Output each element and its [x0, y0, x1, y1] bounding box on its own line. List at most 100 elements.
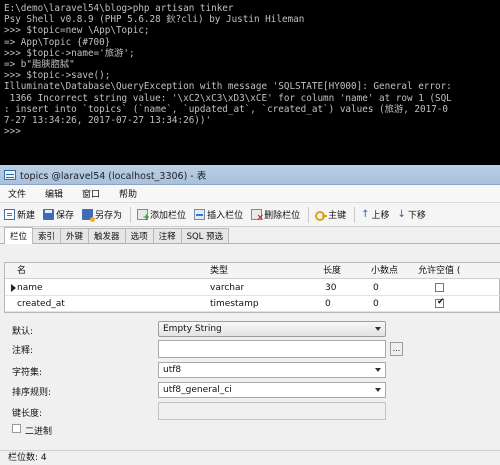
- terminal-line: >>> $topic=new \App\Topic;: [4, 25, 150, 37]
- binary-checkbox[interactable]: [12, 424, 21, 433]
- nullable-checkbox[interactable]: [435, 283, 444, 292]
- collation-value: utf8_general_ci: [163, 385, 232, 395]
- field-name[interactable]: name: [17, 280, 43, 296]
- field-decimals[interactable]: 0: [373, 296, 379, 312]
- window-titlebar[interactable]: topics @laravel54 (localhost_3306) - 表: [0, 165, 500, 185]
- primary-key-button[interactable]: 主键: [315, 208, 346, 221]
- move-up-button-label: 上移: [371, 211, 390, 221]
- delete-field-button[interactable]: 删除栏位: [251, 208, 301, 223]
- window-title: topics @laravel54 (localhost_3306) - 表: [20, 170, 207, 182]
- terminal-line: 7-27 13:34:26, 2017-07-27 13:34:26))': [4, 115, 212, 127]
- save-button[interactable]: 保存: [43, 208, 74, 221]
- column-header-decimals[interactable]: 小数点: [371, 263, 398, 279]
- terminal-line: => b"脂脥脗脦": [4, 59, 75, 71]
- terminal-line: Psy Shell v0.8.9 (PHP 5.6.28 鈥?cli) by J…: [4, 14, 305, 26]
- table-row[interactable]: created_at timestamp 0 0 ✔: [5, 296, 500, 312]
- collation-label: 排序规则:: [12, 388, 52, 398]
- field-length[interactable]: 0: [325, 296, 331, 312]
- comment-label: 注释:: [12, 346, 34, 356]
- charset-value: utf8: [163, 365, 182, 375]
- table-icon: [4, 169, 16, 180]
- field-name[interactable]: created_at: [17, 296, 65, 312]
- move-up-button[interactable]: ↑ 上移: [361, 208, 389, 221]
- key-length-label: 键长度:: [12, 409, 43, 419]
- binary-label: 二进制: [25, 427, 53, 437]
- delete-field-button-label: 删除栏位: [264, 211, 301, 221]
- comment-input[interactable]: [158, 340, 386, 358]
- default-value: Empty String: [163, 324, 222, 334]
- default-label: 默认:: [12, 327, 34, 337]
- add-field-icon: [137, 209, 150, 223]
- toolbar: 新建 保存 另存为 添加栏位 插入栏位 删除栏位 主键 ↑: [0, 203, 500, 227]
- tab-options[interactable]: 选项: [124, 228, 154, 243]
- save-as-button[interactable]: 另存为: [82, 208, 123, 222]
- arrow-up-icon: ↑: [361, 209, 370, 220]
- table-designer-window: topics @laravel54 (localhost_3306) - 表 文…: [0, 165, 500, 465]
- fields-grid: 名 类型 长度 小数点 允许空值 ( name varchar 30 0 cre…: [4, 262, 500, 313]
- toolbar-separator: [130, 206, 132, 223]
- new-button[interactable]: 新建: [4, 208, 35, 221]
- menu-bar: 文件 编辑 窗口 帮助: [0, 185, 500, 203]
- delete-field-icon: [251, 209, 264, 223]
- toolbar-separator: [308, 206, 310, 223]
- tab-sql-preview[interactable]: SQL 预选: [180, 228, 230, 243]
- collation-select[interactable]: utf8_general_ci: [158, 382, 386, 398]
- column-header-length[interactable]: 长度: [323, 263, 341, 279]
- charset-select[interactable]: utf8: [158, 362, 386, 378]
- field-count: 栏位数: 4: [8, 453, 47, 463]
- default-select[interactable]: Empty String: [158, 321, 386, 337]
- save-as-icon: [82, 209, 96, 222]
- terminal-line: E:\demo\laravel54\blog>php artisan tinke…: [4, 3, 234, 14]
- terminal-window: E:\demo\laravel54\blog>php artisan tinke…: [0, 0, 500, 165]
- field-properties-panel: 默认: Empty String 注释: ... 字符集: utf8 排序规则:…: [0, 320, 500, 450]
- terminal-line: >>> $topic->save();: [4, 70, 111, 82]
- charset-label: 字符集:: [12, 368, 43, 378]
- chevron-down-icon: [375, 388, 381, 392]
- new-file-icon: [4, 209, 15, 220]
- menu-file[interactable]: 文件: [8, 187, 26, 200]
- field-type[interactable]: timestamp: [210, 296, 259, 312]
- column-header-name[interactable]: 名: [17, 263, 26, 279]
- field-length[interactable]: 30: [325, 280, 336, 296]
- terminal-line: : insert into `topics` (`name`, `updated…: [4, 103, 448, 115]
- arrow-down-icon: ↓: [397, 209, 406, 220]
- grid-header: 名 类型 长度 小数点 允许空值 (: [5, 263, 500, 279]
- save-as-button-label: 另存为: [95, 211, 123, 221]
- field-decimals[interactable]: 0: [373, 280, 379, 296]
- insert-field-icon: [194, 209, 206, 220]
- save-icon: [43, 209, 55, 220]
- current-row-marker-icon: [11, 284, 16, 292]
- comment-expand-button[interactable]: ...: [390, 342, 403, 356]
- toolbar-separator: [354, 206, 356, 223]
- tab-fields[interactable]: 栏位: [4, 227, 34, 244]
- primary-key-button-label: 主键: [328, 211, 347, 221]
- checkmark-icon: ✔: [437, 297, 445, 307]
- move-down-button-label: 下移: [407, 211, 426, 221]
- insert-field-button-label: 插入栏位: [207, 211, 244, 221]
- tab-triggers[interactable]: 触发器: [88, 228, 126, 243]
- designer-tabs: 栏位 索引 外键 触发器 选项 注释 SQL 预选: [0, 227, 500, 244]
- tab-indexes[interactable]: 索引: [32, 228, 62, 243]
- insert-field-button[interactable]: 插入栏位: [194, 208, 243, 221]
- status-bar: 栏位数: 4: [0, 450, 500, 465]
- field-type[interactable]: varchar: [210, 280, 244, 296]
- column-header-type[interactable]: 类型: [210, 263, 228, 279]
- move-down-button[interactable]: ↓ 下移: [398, 208, 426, 221]
- terminal-line: => App\Topic {#700}: [4, 36, 111, 48]
- key-length-input[interactable]: [158, 402, 386, 420]
- terminal-prompt[interactable]: >>>: [4, 126, 500, 137]
- menu-help[interactable]: 帮助: [119, 187, 137, 200]
- save-button-label: 保存: [56, 211, 75, 221]
- menu-edit[interactable]: 编辑: [45, 187, 63, 200]
- menu-window[interactable]: 窗口: [82, 187, 100, 200]
- column-header-nullable[interactable]: 允许空值 (: [418, 263, 500, 279]
- add-field-button[interactable]: 添加栏位: [137, 208, 186, 223]
- nullable-checkbox[interactable]: ✔: [435, 297, 445, 308]
- terminal-line: Illuminate\Database\QueryException with …: [4, 81, 452, 93]
- key-icon: [315, 209, 328, 221]
- tab-foreign-keys[interactable]: 外键: [60, 228, 90, 243]
- terminal-line: >>> $topic->name='旅游';: [4, 47, 135, 59]
- terminal-line: 1366 Incorrect string value: '\xC2\xC3\x…: [4, 92, 452, 104]
- table-row[interactable]: name varchar 30 0: [5, 280, 500, 296]
- tab-comment[interactable]: 注释: [152, 228, 182, 243]
